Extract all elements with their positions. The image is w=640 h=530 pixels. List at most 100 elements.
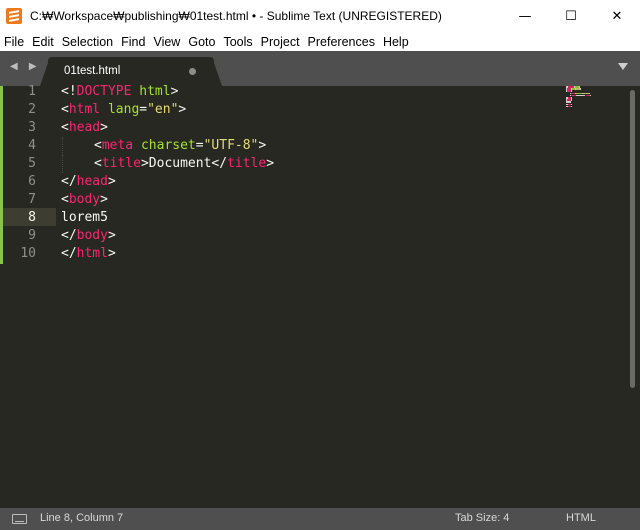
window-controls: — ☐ ✕ (502, 0, 640, 32)
triangle-down-icon[interactable] (618, 63, 628, 70)
code-token: html (68, 102, 101, 117)
syntax-mode[interactable]: HTML (566, 512, 596, 524)
code-token: html (139, 84, 171, 99)
code-token: </ (61, 174, 77, 189)
close-button[interactable]: ✕ (594, 0, 640, 32)
line-number: 7 (28, 192, 36, 207)
minimap-mark (571, 105, 573, 108)
line-number: 8 (28, 210, 36, 225)
menu-tools[interactable]: Tools (223, 35, 252, 49)
code-token: body (76, 228, 108, 243)
menu-project[interactable]: Project (261, 35, 300, 49)
code-token: > (170, 84, 179, 99)
code-token: </ (61, 228, 77, 243)
tab-nav-arrows-icon[interactable]: ◀ ▶ (10, 61, 41, 72)
maximize-button[interactable]: ☐ (548, 0, 594, 32)
code-token: meta (101, 138, 134, 153)
code-area[interactable]: <!DOCTYPE html> <html lang="en"> <head> <me… (61, 83, 620, 263)
status-bar: Line 8, Column 7 Tab Size: 4 HTML (0, 508, 640, 530)
menu-help[interactable]: Help (383, 35, 409, 49)
vertical-scrollbar[interactable] (630, 90, 635, 388)
code-token: > (266, 156, 275, 171)
code-token: html (76, 246, 108, 261)
code-token: "UTF-8" (203, 138, 259, 153)
line-number: 6 (28, 174, 36, 189)
code-token: lang (107, 102, 140, 117)
code-line: </head> (61, 173, 620, 191)
code-token: </ (211, 156, 228, 171)
menu-bar: File Edit Selection Find View Goto Tools… (0, 32, 640, 51)
line-number: 9 (28, 228, 36, 243)
code-token: charset (140, 138, 196, 153)
window-title: C:₩Workspace₩publishing₩01test.html • - … (30, 9, 442, 23)
code-line: </body> (61, 227, 620, 245)
diff-added-marker (0, 86, 3, 264)
line-number: 5 (28, 156, 36, 171)
menu-preferences[interactable]: Preferences (308, 35, 375, 49)
code-token: > (107, 228, 116, 243)
minimap-mark (579, 88, 581, 90)
code-token: title (227, 156, 267, 171)
editor-pane[interactable]: 1 2 3 4 5 6 7 8 9 10 <!DOCTYPE html> <html lang="e… (0, 83, 640, 508)
indent-guide (62, 137, 94, 155)
console-panel-icon[interactable] (12, 514, 27, 524)
code-line: <meta charset="UTF-8"> (61, 137, 620, 155)
code-token: head (76, 174, 108, 189)
code-token: > (100, 192, 108, 207)
code-line: <body> (61, 191, 620, 209)
code-line: <html lang="en"> (61, 101, 620, 119)
menu-view[interactable]: View (153, 35, 180, 49)
code-token: > (258, 138, 267, 153)
line-number: 2 (28, 102, 36, 117)
code-token: <! (61, 84, 77, 99)
tab-bar: ◀ ▶ 01test.html (0, 51, 640, 86)
code-token: "en" (147, 102, 179, 117)
code-token: < (94, 138, 102, 153)
unsaved-dot-icon[interactable] (189, 68, 196, 75)
code-token: = (139, 102, 148, 117)
tab-size[interactable]: Tab Size: 4 (455, 512, 509, 524)
code-token: Document (148, 156, 212, 171)
minimap-mark (576, 94, 584, 97)
code-token: > (107, 246, 116, 261)
code-token: title (101, 156, 141, 171)
code-line: lorem5 (61, 209, 620, 227)
code-token: = (195, 138, 204, 153)
menu-file[interactable]: File (4, 35, 24, 49)
code-token: lorem5 (61, 210, 108, 225)
sublime-text-icon (6, 8, 22, 24)
line-number: 4 (28, 138, 36, 153)
minimap[interactable] (566, 86, 596, 110)
indent-guide (62, 155, 94, 173)
code-token: DOCTYPE (76, 84, 132, 99)
code-token: > (107, 174, 116, 189)
line-number: 1 (28, 84, 36, 99)
code-token: < (61, 120, 69, 135)
code-token: < (94, 156, 102, 171)
code-line: <!DOCTYPE html> (61, 83, 620, 101)
code-line: <head> (61, 119, 620, 137)
minimap-mark (590, 94, 591, 97)
line-number: 3 (28, 120, 36, 135)
tab-label: 01test.html (64, 65, 121, 77)
line-number: 10 (20, 246, 36, 261)
menu-find[interactable]: Find (121, 35, 145, 49)
code-token: body (68, 192, 101, 207)
menu-edit[interactable]: Edit (32, 35, 54, 49)
title-bar: C:₩Workspace₩publishing₩01test.html • - … (0, 0, 640, 32)
code-token: > (100, 120, 108, 135)
menu-selection[interactable]: Selection (62, 35, 113, 49)
code-line: </html> (61, 245, 620, 263)
menu-goto[interactable]: Goto (188, 35, 215, 49)
line-gutter: 1 2 3 4 5 6 7 8 9 10 (0, 84, 56, 508)
code-line: <title>Document</title> (61, 155, 620, 173)
code-token: > (140, 156, 149, 171)
code-token: </ (61, 246, 77, 261)
code-token: > (178, 102, 187, 117)
cursor-position: Line 8, Column 7 (40, 512, 124, 524)
minimize-button[interactable]: — (502, 0, 548, 32)
tab-01test-html[interactable]: 01test.html (40, 57, 222, 86)
code-token: < (61, 192, 69, 207)
